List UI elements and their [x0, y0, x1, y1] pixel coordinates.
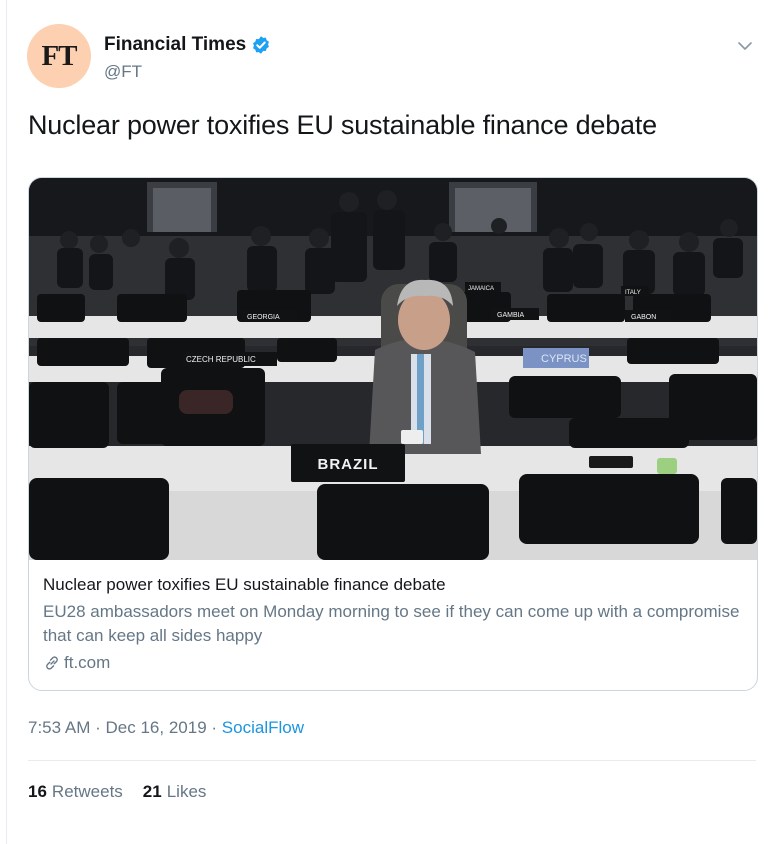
retweets-stat[interactable]: 16 Retweets [28, 782, 123, 802]
author-name-row[interactable]: Financial Times [104, 34, 271, 56]
tweet-time[interactable]: 7:53 AM [28, 718, 90, 737]
tweet-date[interactable]: Dec 16, 2019 [106, 718, 207, 737]
likes-stat[interactable]: 21 Likes [143, 782, 207, 802]
chevron-down-icon[interactable] [737, 38, 753, 54]
timeline-border [6, 0, 7, 844]
retweets-count: 16 [28, 782, 47, 801]
tweet-source-link[interactable]: SocialFlow [222, 718, 304, 737]
likes-count: 21 [142, 782, 162, 801]
placard-jamaica: JAMAICA [468, 286, 494, 292]
author-name[interactable]: Financial Times [104, 34, 246, 56]
placard-czech: CZECH REPUBLIC [186, 355, 256, 364]
author-handle[interactable]: @FT [104, 62, 142, 82]
divider [28, 760, 756, 761]
card-image[interactable]: BRAZIL CZECH REPUBLIC GEORGIA GAMBIA GAB… [29, 178, 757, 560]
placard-brazil: BRAZIL [318, 456, 379, 473]
avatar[interactable]: FT [27, 24, 91, 88]
card-domain-link[interactable]: ft.com [43, 653, 110, 673]
placard-italy: ITALY [625, 290, 641, 296]
tweet-meta: 7:53 AM · Dec 16, 2019 · SocialFlow [28, 718, 304, 738]
card-domain[interactable]: ft.com [64, 653, 110, 673]
link-icon [46, 656, 58, 670]
placard-cyprus: CYPRUS [541, 353, 587, 365]
meta-separator: · [95, 718, 101, 737]
link-card[interactable]: BRAZIL CZECH REPUBLIC GEORGIA GAMBIA GAB… [28, 177, 758, 691]
avatar-text: FT [41, 39, 77, 72]
tweet-stats: 16 Retweets 21 Likes [28, 782, 206, 802]
placard-georgia: GEORGIA [247, 314, 280, 321]
verified-badge-icon [253, 36, 270, 54]
tweet-text: Nuclear power toxifies EU sustainable fi… [28, 110, 657, 140]
placard-gambia: GAMBIA [497, 312, 525, 319]
meta-separator: · [211, 718, 218, 737]
placard-gabon: GABON [631, 314, 656, 321]
likes-label: Likes [166, 782, 207, 801]
retweets-label: Retweets [51, 782, 123, 801]
card-title[interactable]: Nuclear power toxifies EU sustainable fi… [43, 575, 446, 595]
card-description: EU28 ambassadors meet on Monday morning … [43, 602, 740, 645]
